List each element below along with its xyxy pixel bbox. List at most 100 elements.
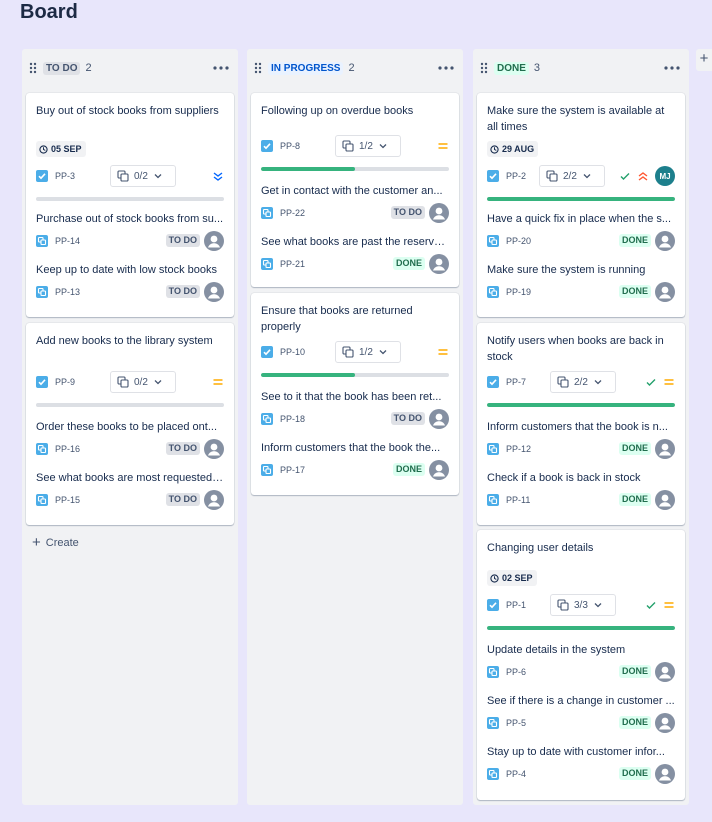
child-key[interactable]: PP-16 [55,444,80,454]
issue-card-pp-1[interactable]: Changing user details 02 SEP PP-1 3/3 Up… [477,530,685,800]
more-options-icon[interactable] [663,61,681,75]
child-issue[interactable]: See if there is a change in customer ...… [487,693,675,734]
avatar-unassigned-icon[interactable] [655,490,675,510]
more-options-icon[interactable] [212,61,230,75]
child-issue[interactable]: Keep up to date with low stock books PP-… [36,262,224,303]
subtask-progress-bar [487,403,675,407]
child-key[interactable]: PP-14 [55,236,80,246]
priority-highest-icon [638,172,648,181]
avatar-unassigned-icon[interactable] [655,282,675,302]
status-lozenge: TO DO [165,493,200,506]
subtask-icon [546,170,558,182]
child-issue[interactable]: Stay up to date with customer infor... P… [487,744,675,785]
issue-key[interactable]: PP-7 [506,377,526,387]
issue-card-pp-9[interactable]: Add new books to the library system PP-9… [26,323,234,525]
child-issue[interactable]: Update details in the system PP-6 DONE [487,642,675,683]
due-date: 05 SEP [51,144,82,154]
subtasks-dropdown[interactable]: 0/2 [110,371,176,393]
progress-fill [487,197,675,201]
avatar-unassigned-icon[interactable] [204,231,224,251]
child-issue[interactable]: Inform customers that the book is n... P… [487,419,675,460]
subtask-type-icon [487,717,499,729]
child-issue[interactable]: See to it that the book has been ret... … [261,389,449,430]
more-options-icon[interactable] [437,61,455,75]
subtask-icon [557,599,569,611]
avatar[interactable]: MJ [655,166,675,186]
avatar-unassigned-icon[interactable] [204,439,224,459]
avatar-unassigned-icon[interactable] [429,254,449,274]
clock-icon [490,573,499,583]
child-meta: PP-18 TO DO [261,408,449,430]
priority-medium-icon [213,379,223,385]
child-issue[interactable]: Get in contact with the customer an... P… [261,183,449,224]
child-key[interactable]: PP-21 [280,259,305,269]
child-key[interactable]: PP-19 [506,287,531,297]
drag-handle-icon[interactable] [28,61,38,75]
child-meta: PP-12 DONE [487,438,675,460]
child-key[interactable]: PP-11 [506,495,530,505]
issue-card-pp-3[interactable]: Buy out of stock books from suppliers 05… [26,93,234,317]
card-title: Ensure that books are returned properly [261,305,413,333]
child-key[interactable]: PP-17 [280,465,305,475]
drag-handle-icon[interactable] [479,61,489,75]
child-key[interactable]: PP-5 [506,718,526,728]
child-issue[interactable]: Inform customers that the book the... PP… [261,440,449,481]
issue-key[interactable]: PP-3 [55,171,75,181]
avatar-unassigned-icon[interactable] [204,282,224,302]
issue-key[interactable]: PP-2 [506,171,526,181]
child-issue[interactable]: Purchase out of stock books from su... P… [36,211,224,252]
priority-medium-icon [438,143,448,149]
child-issue[interactable]: Make sure the system is running PP-19 DO… [487,262,675,303]
avatar-unassigned-icon[interactable] [655,231,675,251]
avatar-unassigned-icon[interactable] [429,203,449,223]
child-key[interactable]: PP-22 [280,208,305,218]
add-column-button[interactable]: + [696,49,712,71]
child-key[interactable]: PP-12 [506,444,531,454]
issue-key[interactable]: PP-10 [280,347,305,357]
child-key[interactable]: PP-20 [506,236,531,246]
chevron-down-icon [379,144,387,149]
subtasks-dropdown[interactable]: 0/2 [110,165,176,187]
issue-key[interactable]: PP-1 [506,600,526,610]
child-issue[interactable]: Order these books to be placed ont... PP… [36,419,224,460]
avatar-unassigned-icon[interactable] [655,662,675,682]
issue-key[interactable]: PP-8 [280,141,300,151]
child-meta: PP-16 TO DO [36,438,224,460]
card-right-icons: MJ [619,165,675,187]
subtask-type-icon [261,207,273,219]
child-key[interactable]: PP-6 [506,667,526,677]
child-key[interactable]: PP-13 [55,287,80,297]
issue-card-pp-10[interactable]: Ensure that books are returned properly … [251,293,459,495]
avatar-unassigned-icon[interactable] [204,490,224,510]
child-key[interactable]: PP-15 [55,495,80,505]
column-done: DONE 3 Make sure the system is available… [473,49,689,805]
avatar-unassigned-icon[interactable] [429,460,449,480]
issue-card-pp-8[interactable]: Following up on overdue books PP-8 1/2 G… [251,93,459,287]
child-issue[interactable]: Check if a book is back in stock PP-11 D… [487,470,675,511]
subtasks-dropdown[interactable]: 2/2 [539,165,605,187]
subtasks-dropdown[interactable]: 3/3 [550,594,616,616]
child-issue[interactable]: See what books are past the reserva... P… [261,234,449,275]
issue-card-pp-2[interactable]: Make sure the system is available at all… [477,93,685,317]
avatar-unassigned-icon[interactable] [655,713,675,733]
subtasks-dropdown[interactable]: 1/2 [335,341,401,363]
column-header: TO DO 2 [22,49,238,87]
priority-medium-icon [438,349,448,355]
child-key[interactable]: PP-18 [280,414,305,424]
create-issue-button[interactable]: + Create [32,535,79,550]
drag-handle-icon[interactable] [253,61,263,75]
avatar-unassigned-icon[interactable] [429,409,449,429]
child-issue[interactable]: Have a quick fix in place when the s... … [487,211,675,252]
subtasks-dropdown[interactable]: 2/2 [550,371,616,393]
avatar-unassigned-icon[interactable] [655,439,675,459]
chevron-down-icon [594,603,602,608]
avatar-unassigned-icon[interactable] [655,764,675,784]
child-title: Order these books to be placed ont... [36,421,218,433]
status-lozenge: TO DO [165,234,200,247]
card-title: Changing user details [487,542,594,554]
issue-card-pp-7[interactable]: Notify users when books are back in stoc… [477,323,685,525]
child-issue[interactable]: See what books are most requested ... PP… [36,470,224,511]
child-key[interactable]: PP-4 [506,769,526,779]
subtasks-dropdown[interactable]: 1/2 [335,135,401,157]
issue-key[interactable]: PP-9 [55,377,75,387]
